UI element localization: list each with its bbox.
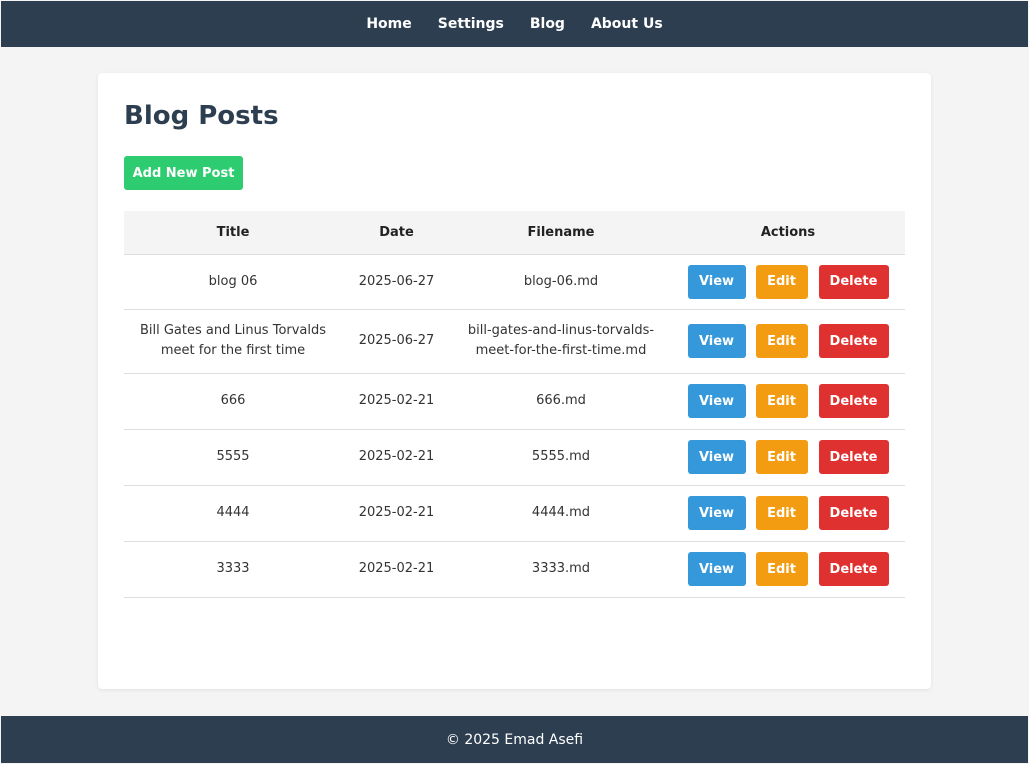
post-date-cell: 2025-06-27 — [342, 254, 451, 310]
view-button[interactable]: View — [687, 324, 746, 358]
view-button[interactable]: View — [687, 384, 746, 418]
post-filename-cell: 666.md — [451, 373, 671, 430]
action-buttons: View Edit Delete — [675, 384, 901, 418]
posts-table: Title Date Filename Actions blog 06 2025-… — [124, 211, 905, 598]
add-new-post-button[interactable]: Add New Post — [124, 156, 243, 190]
page-title: Blog Posts — [124, 101, 279, 131]
post-date-cell: 2025-02-21 — [342, 373, 451, 430]
table-row: 5555 2025-02-21 5555.md View Edit Delete — [124, 429, 905, 486]
post-title-cell: 4444 — [124, 485, 342, 542]
view-button[interactable]: View — [687, 496, 746, 530]
post-title-cell: Bill Gates and Linus Torvalds meet for t… — [124, 309, 342, 374]
column-header-actions: Actions — [671, 211, 905, 255]
nav-about-link[interactable]: About Us — [591, 16, 663, 32]
action-buttons: View Edit Delete — [675, 324, 901, 358]
table-row: 3333 2025-02-21 3333.md View Edit Delete — [124, 541, 905, 598]
edit-button[interactable]: Edit — [755, 324, 808, 358]
action-buttons: View Edit Delete — [675, 552, 901, 586]
footer: © 2025 Emad Asefi — [1, 716, 1028, 763]
view-button[interactable]: View — [687, 440, 746, 474]
edit-button[interactable]: Edit — [755, 440, 808, 474]
edit-button[interactable]: Edit — [755, 496, 808, 530]
delete-button[interactable]: Delete — [818, 496, 889, 530]
nav-home-link[interactable]: Home — [366, 16, 411, 32]
delete-button[interactable]: Delete — [818, 440, 889, 474]
post-actions-cell: View Edit Delete — [671, 429, 905, 486]
table-row: 666 2025-02-21 666.md View Edit Delete — [124, 373, 905, 430]
post-date-cell: 2025-02-21 — [342, 541, 451, 598]
post-actions-cell: View Edit Delete — [671, 373, 905, 430]
footer-copyright: © 2025 Emad Asefi — [445, 731, 584, 748]
column-header-date: Date — [342, 211, 451, 255]
view-button[interactable]: View — [687, 264, 746, 299]
post-filename-cell: 4444.md — [451, 485, 671, 542]
nav-settings-link[interactable]: Settings — [438, 16, 504, 32]
edit-button[interactable]: Edit — [755, 552, 808, 586]
post-filename-cell: bill-gates-and-linus-torvalds-meet-for-t… — [451, 309, 671, 374]
top-navbar: Home Settings Blog About Us — [1, 1, 1028, 47]
post-date-cell: 2025-02-21 — [342, 429, 451, 486]
edit-button[interactable]: Edit — [755, 384, 808, 418]
table-header-row: Title Date Filename Actions — [124, 211, 905, 255]
column-header-title: Title — [124, 211, 342, 255]
action-buttons: View Edit Delete — [675, 264, 901, 299]
action-buttons: View Edit Delete — [675, 496, 901, 530]
post-title-cell: 5555 — [124, 429, 342, 486]
post-filename-cell: blog-06.md — [451, 254, 671, 310]
nav-blog-link[interactable]: Blog — [530, 16, 565, 32]
post-actions-cell: View Edit Delete — [671, 309, 905, 374]
edit-button[interactable]: Edit — [755, 264, 808, 299]
table-row: 4444 2025-02-21 4444.md View Edit Delete — [124, 485, 905, 542]
delete-button[interactable]: Delete — [818, 384, 889, 418]
post-actions-cell: View Edit Delete — [671, 254, 905, 310]
post-filename-cell: 3333.md — [451, 541, 671, 598]
content-card: Blog Posts Add New Post Title Date Filen… — [98, 73, 931, 689]
post-filename-cell: 5555.md — [451, 429, 671, 486]
column-header-filename: Filename — [451, 211, 671, 255]
table-row: Bill Gates and Linus Torvalds meet for t… — [124, 309, 905, 374]
delete-button[interactable]: Delete — [818, 264, 889, 299]
delete-button[interactable]: Delete — [818, 324, 889, 358]
view-button[interactable]: View — [687, 552, 746, 586]
post-title-cell: 666 — [124, 373, 342, 430]
delete-button[interactable]: Delete — [818, 552, 889, 586]
post-title-cell: 3333 — [124, 541, 342, 598]
post-actions-cell: View Edit Delete — [671, 541, 905, 598]
action-buttons: View Edit Delete — [675, 440, 901, 474]
table-row: blog 06 2025-06-27 blog-06.md View Edit Delet… — [124, 254, 905, 310]
post-actions-cell: View Edit Delete — [671, 485, 905, 542]
post-date-cell: 2025-02-21 — [342, 485, 451, 542]
post-title-cell: blog 06 — [124, 254, 342, 310]
post-date-cell: 2025-06-27 — [342, 309, 451, 374]
